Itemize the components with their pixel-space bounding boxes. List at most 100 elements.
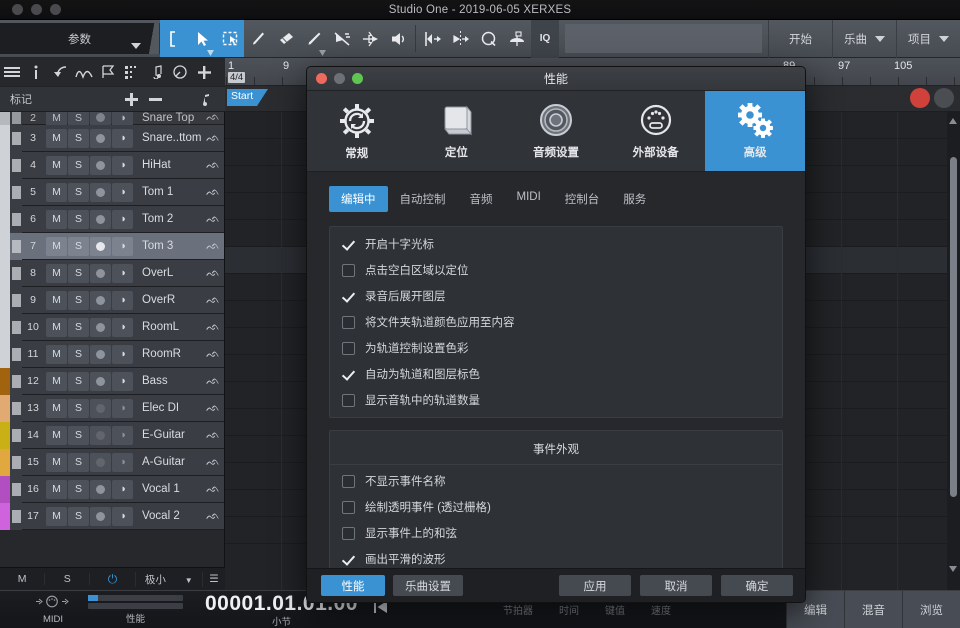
track-monitor-button[interactable]: ◑ <box>112 210 133 229</box>
marker-flag-icon[interactable] <box>96 58 120 86</box>
track-mute-button[interactable]: M <box>46 507 67 526</box>
minimize-icon[interactable] <box>31 4 42 15</box>
browse-view-button[interactable]: 浏览 <box>902 591 960 628</box>
track-monitor-button[interactable]: ◑ <box>112 399 133 418</box>
checkbox-folder-color-to-content[interactable] <box>342 316 355 329</box>
track-automation-icon[interactable]: ᨒ <box>202 294 224 307</box>
checkbox-auto-color-tracks-layers[interactable] <box>342 368 355 381</box>
track-mute-button[interactable]: M <box>46 426 67 445</box>
track-name[interactable]: Bass <box>142 375 202 387</box>
track-solo-button[interactable]: S <box>68 156 89 175</box>
preferences-button[interactable]: 性能 <box>321 575 385 596</box>
track-record-button[interactable] <box>90 291 111 310</box>
start-page-button[interactable]: 开始 <box>768 20 832 58</box>
track-monitor-button[interactable]: ◑ <box>112 129 133 148</box>
track-name[interactable]: Tom 1 <box>142 186 202 198</box>
window-controls[interactable] <box>12 4 61 15</box>
option-row[interactable]: 开启十字光标 <box>330 231 782 257</box>
track-record-button[interactable] <box>90 183 111 202</box>
track-row[interactable]: 13 M S ◑ Elec DI ᨒ <box>0 395 224 422</box>
track-solo-button[interactable]: S <box>68 372 89 391</box>
track-name[interactable]: E-Guitar <box>142 429 202 441</box>
track-automation-icon[interactable]: ᨒ <box>202 267 224 280</box>
global-solo-button[interactable]: S <box>45 573 90 585</box>
option-row[interactable]: 显示音轨中的轨道数量 <box>330 387 782 413</box>
tab-automation[interactable]: 自动控制 <box>388 186 458 212</box>
track-monitor-button[interactable]: ◑ <box>112 156 133 175</box>
option-row[interactable]: 显示事件上的和弦 <box>330 520 782 546</box>
track-automation-icon[interactable]: ᨒ <box>202 159 224 172</box>
track-name[interactable]: A-Guitar <box>142 456 202 468</box>
track-mute-button[interactable]: M <box>46 345 67 364</box>
tab-console[interactable]: 控制台 <box>553 186 612 212</box>
track-automation-icon[interactable]: ᨒ <box>202 375 224 388</box>
track-solo-button[interactable]: S <box>68 399 89 418</box>
project-button[interactable]: 项目 <box>896 20 960 58</box>
track-mute-button[interactable]: M <box>46 129 67 148</box>
track-solo-button[interactable]: S <box>68 453 89 472</box>
track-row[interactable]: 15 M S ◑ A-Guitar ᨒ <box>0 449 224 476</box>
checkbox-show-track-count[interactable] <box>342 394 355 407</box>
track-row[interactable]: 14 M S ◑ E-Guitar ᨒ <box>0 422 224 449</box>
track-automation-icon[interactable]: ᨒ <box>202 213 224 226</box>
ok-button[interactable]: 确定 <box>721 575 793 596</box>
knife-tool-button[interactable] <box>244 20 272 58</box>
option-row[interactable]: 将文件夹轨道颜色应用至内容 <box>330 309 782 335</box>
option-row[interactable]: 录音后展开图层 <box>330 283 782 309</box>
category-audio-setup[interactable]: 音频设置 <box>506 91 606 171</box>
track-record-button[interactable] <box>90 372 111 391</box>
track-name[interactable]: HiHat <box>142 159 202 171</box>
marquee-tool-button[interactable] <box>216 20 244 58</box>
track-mute-button[interactable]: M <box>46 291 67 310</box>
track-automation-icon[interactable]: ᨒ <box>202 402 224 415</box>
checkbox-transparent-events[interactable] <box>342 501 355 514</box>
paint-tool-button[interactable] <box>300 20 328 58</box>
checkbox-smooth-waveforms[interactable] <box>342 553 355 566</box>
track-row[interactable]: 6 M S ◑ Tom 2 ᨒ <box>0 206 224 233</box>
add-track-icon[interactable] <box>192 58 216 86</box>
track-name[interactable]: Tom 2 <box>142 213 202 225</box>
track-automation-icon[interactable]: ᨒ <box>202 112 224 124</box>
automation-icon[interactable] <box>72 58 96 86</box>
snap-start-button[interactable] <box>419 20 447 58</box>
track-mute-button[interactable]: M <box>46 237 67 256</box>
track-record-button[interactable] <box>90 129 111 148</box>
checkbox-click-empty-locate[interactable] <box>342 264 355 277</box>
option-row[interactable]: 点击空白区域以定位 <box>330 257 782 283</box>
listen-tool-button[interactable] <box>384 20 412 58</box>
song-setup-button[interactable]: 乐曲设置 <box>393 575 463 596</box>
track-record-button[interactable] <box>90 345 111 364</box>
track-record-button[interactable] <box>90 399 111 418</box>
track-monitor-button[interactable]: ◑ <box>112 318 133 337</box>
track-row[interactable]: 9 M S ◑ OverR ᨒ <box>0 287 224 314</box>
track-mute-button[interactable]: M <box>46 372 67 391</box>
inspector-icon[interactable] <box>24 58 48 86</box>
track-name[interactable]: OverL <box>142 267 202 279</box>
record-icon[interactable] <box>910 88 930 108</box>
track-solo-button[interactable]: S <box>68 480 89 499</box>
track-record-button[interactable] <box>90 318 111 337</box>
track-automation-icon[interactable]: ᨒ <box>202 456 224 469</box>
option-row[interactable]: 为轨道控制设置色彩 <box>330 335 782 361</box>
track-record-button[interactable] <box>90 210 111 229</box>
track-record-button[interactable] <box>90 480 111 499</box>
track-solo-button[interactable]: S <box>68 129 89 148</box>
track-monitor-button[interactable]: ◑ <box>112 183 133 202</box>
track-record-button[interactable] <box>90 426 111 445</box>
track-record-button[interactable] <box>90 264 111 283</box>
track-list-menu-icon[interactable]: ☰ <box>203 573 225 585</box>
category-general[interactable]: 常规 <box>307 91 407 171</box>
scroll-down-icon[interactable] <box>949 566 957 572</box>
track-list[interactable]: 2 M S ◑ Snare Top ᨒ 3 M S ◑ Snare..ttom … <box>0 112 225 567</box>
tab-services[interactable]: 服务 <box>611 186 658 212</box>
vertical-scrollbar[interactable] <box>947 112 960 590</box>
track-automation-icon[interactable]: ᨒ <box>202 429 224 442</box>
parameter-dropdown[interactable]: 参数 <box>0 23 160 54</box>
timestretch-button[interactable] <box>503 20 531 58</box>
music-note-icon[interactable] <box>193 86 217 112</box>
tab-editing[interactable]: 编辑中 <box>329 186 388 212</box>
checkbox-show-chords-on-events[interactable] <box>342 527 355 540</box>
track-solo-button[interactable]: S <box>68 345 89 364</box>
track-automation-icon[interactable]: ᨒ <box>202 186 224 199</box>
edit-arrow-icon[interactable] <box>48 58 72 86</box>
